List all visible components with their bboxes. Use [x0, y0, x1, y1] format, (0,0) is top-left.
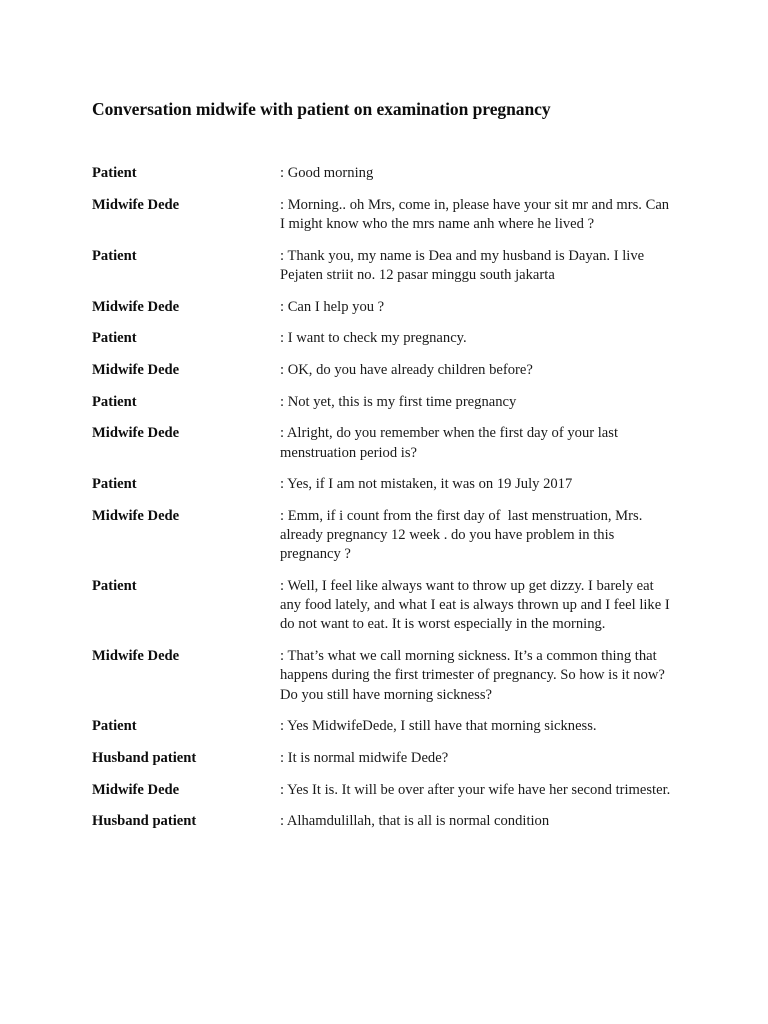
speaker-label: Husband patient: [92, 813, 197, 830]
utterance-text: : Alright, do you remember when the firs…: [280, 425, 622, 461]
dialogue-row: Midwife Dede : Alright, do you remember w…: [92, 424, 676, 462]
utterance-text: : Yes, if I am not mistaken, it was on 1…: [280, 476, 573, 493]
utterance-text: : Yes MidwifeDede, I still have that mor…: [280, 718, 597, 735]
dialogue-row: Patient : Yes MidwifeDede, I still have t…: [92, 717, 676, 736]
speaker-label: Midwife Dede: [92, 298, 180, 315]
utterance-text: : Yes It is. It will be over after your …: [280, 781, 671, 798]
document-page: Conversation midwife with patient on exa…: [0, 0, 768, 1024]
dialogue-row: Midwife Dede : That’s what we call mornin…: [92, 647, 676, 705]
dialogue-transcript: Patient : Good morning Midwife Dede : Morni…: [92, 164, 676, 844]
dialogue-row: Patient : Thank you, my name is Dea and m…: [92, 247, 676, 285]
utterance-text: : Not yet, this is my first time pregnan…: [280, 393, 517, 410]
speaker-label: Patient: [92, 476, 137, 493]
speaker-label: Husband patient: [92, 749, 197, 766]
utterance-text: : That’s what we call morning sickness. …: [280, 648, 669, 703]
utterance-text: : Alhamdulillah, that is all is normal c…: [280, 813, 550, 830]
speaker-label: Patient: [92, 718, 137, 735]
speaker-label: Patient: [92, 393, 137, 410]
speaker-label: Patient: [92, 165, 137, 181]
utterance-text: : Can I help you ?: [280, 298, 385, 315]
dialogue-row: Husband patient : Alhamdulillah, that is …: [92, 812, 676, 831]
utterance-text: : I want to check my pregnancy.: [280, 330, 467, 347]
dialogue-row: Midwife Dede : OK, do you have already ch…: [92, 361, 676, 380]
dialogue-row: Husband patient : It is normal midwife De…: [92, 749, 676, 768]
utterance-text: : Emm, if i count from the first day of …: [280, 507, 647, 563]
dialogue-row: Midwife Dede : Yes It is. It will be over…: [92, 781, 676, 800]
dialogue-row: Midwife Dede : Emm, if i count from the f…: [92, 507, 676, 565]
utterance-text: : Thank you, my name is Dea and my husba…: [280, 247, 648, 283]
utterance-text: : Morning.. oh Mrs, come in, please have…: [280, 196, 673, 232]
speaker-label: Patient: [92, 330, 137, 347]
page-title: Conversation midwife with patient on exa…: [92, 98, 551, 119]
dialogue-row: Patient : Well, I feel like always want t…: [92, 577, 676, 635]
speaker-label: Patient: [92, 247, 137, 264]
dialogue-row: Midwife Dede : Morning.. oh Mrs, come in,…: [92, 196, 676, 234]
dialogue-row: Patient : Yes, if I am not mistaken, it w…: [92, 475, 676, 494]
speaker-label: Midwife Dede: [92, 507, 180, 524]
speaker-label: Midwife Dede: [92, 196, 180, 213]
utterance-text: : OK, do you have already children befor…: [280, 361, 533, 378]
utterance-text: : Good morning: [280, 165, 374, 181]
dialogue-row: Patient : Not yet, this is my first time …: [92, 393, 676, 412]
speaker-label: Midwife Dede: [92, 361, 180, 378]
dialogue-row: Patient : I want to check my pregnancy.: [92, 329, 676, 348]
dialogue-row: Patient : Good morning: [92, 164, 676, 183]
speaker-label: Midwife Dede: [92, 781, 180, 798]
speaker-label: Midwife Dede: [92, 648, 180, 665]
speaker-label: Patient: [92, 578, 137, 595]
dialogue-row: Midwife Dede : Can I help you ?: [92, 298, 676, 317]
speaker-label: Midwife Dede: [92, 425, 180, 442]
utterance-text: : Well, I feel like always want to throw…: [280, 578, 674, 633]
utterance-text: : It is normal midwife Dede?: [280, 749, 449, 766]
